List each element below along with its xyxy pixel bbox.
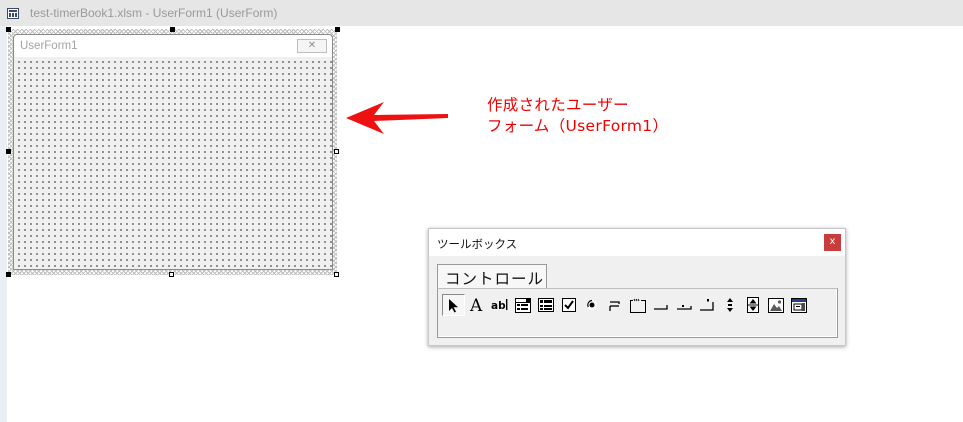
resize-handle-top [170, 27, 175, 32]
toolbox-close-button[interactable]: x [824, 234, 841, 251]
textbox-icon[interactable]: ab [488, 294, 511, 316]
image-icon[interactable] [764, 294, 787, 316]
tabstrip-icon[interactable] [672, 294, 695, 316]
resize-handle-bottom[interactable] [169, 272, 174, 277]
optionbutton-icon[interactable] [580, 294, 603, 316]
frame-icon[interactable] [626, 294, 649, 316]
red-arrow-icon [346, 102, 448, 134]
spinbutton-icon[interactable] [741, 294, 764, 316]
resize-handle-right[interactable] [334, 149, 339, 154]
tab-controls-label: コントロール [445, 270, 545, 288]
window-title-bar: test-timerBook1.xlsm - UserForm1 (UserFo… [0, 0, 963, 26]
togglebutton-icon[interactable] [603, 294, 626, 316]
tab-controls[interactable]: コントロール [437, 264, 547, 288]
listbox-icon[interactable] [534, 294, 557, 316]
left-edge-strip [0, 26, 7, 422]
annotation-line-2: フォーム（UserForm1） [487, 117, 669, 135]
svg-text:ab: ab [491, 300, 506, 312]
annotation-text: 作成されたユーザー フォーム（UserForm1） [487, 95, 668, 137]
userform[interactable]: UserForm1 ✕ [13, 34, 333, 270]
userform-caption-bar: UserForm1 ✕ [14, 35, 332, 58]
scrollbar-icon[interactable] [718, 294, 741, 316]
window-title: test-timerBook1.xlsm - UserForm1 (UserFo… [30, 6, 278, 20]
resize-handle-bottom-right[interactable] [334, 272, 339, 277]
toolbox-title: ツールボックス [437, 237, 518, 251]
combobox-icon[interactable] [511, 294, 534, 316]
annotation-line-1: 作成されたユーザー [487, 96, 629, 114]
resize-handle-top-right [335, 27, 340, 32]
label-icon[interactable]: A [465, 294, 488, 316]
commandbutton-icon[interactable] [649, 294, 672, 316]
svg-text:A: A [469, 297, 483, 313]
userform-close-button[interactable]: ✕ [297, 39, 327, 53]
resize-handle-bottom-left [6, 272, 11, 277]
refedit-icon[interactable] [787, 294, 810, 316]
resize-handle-top-left [6, 27, 11, 32]
checkbox-icon[interactable] [557, 294, 580, 316]
multipage-icon[interactable] [695, 294, 718, 316]
select-objects-icon[interactable] [442, 294, 465, 316]
resize-handle-left [6, 149, 11, 154]
userform-design-grid[interactable] [14, 57, 332, 269]
userform-window-icon [7, 8, 19, 19]
userform-title: UserForm1 [20, 40, 78, 52]
toolbox-window: ツールボックス x コントロール A ab [428, 228, 846, 346]
toolbox-controls-panel: A ab [437, 288, 838, 338]
toolbox-tool-row: A ab [442, 294, 810, 316]
toolbox-title-bar[interactable]: ツールボックス x [429, 229, 845, 256]
